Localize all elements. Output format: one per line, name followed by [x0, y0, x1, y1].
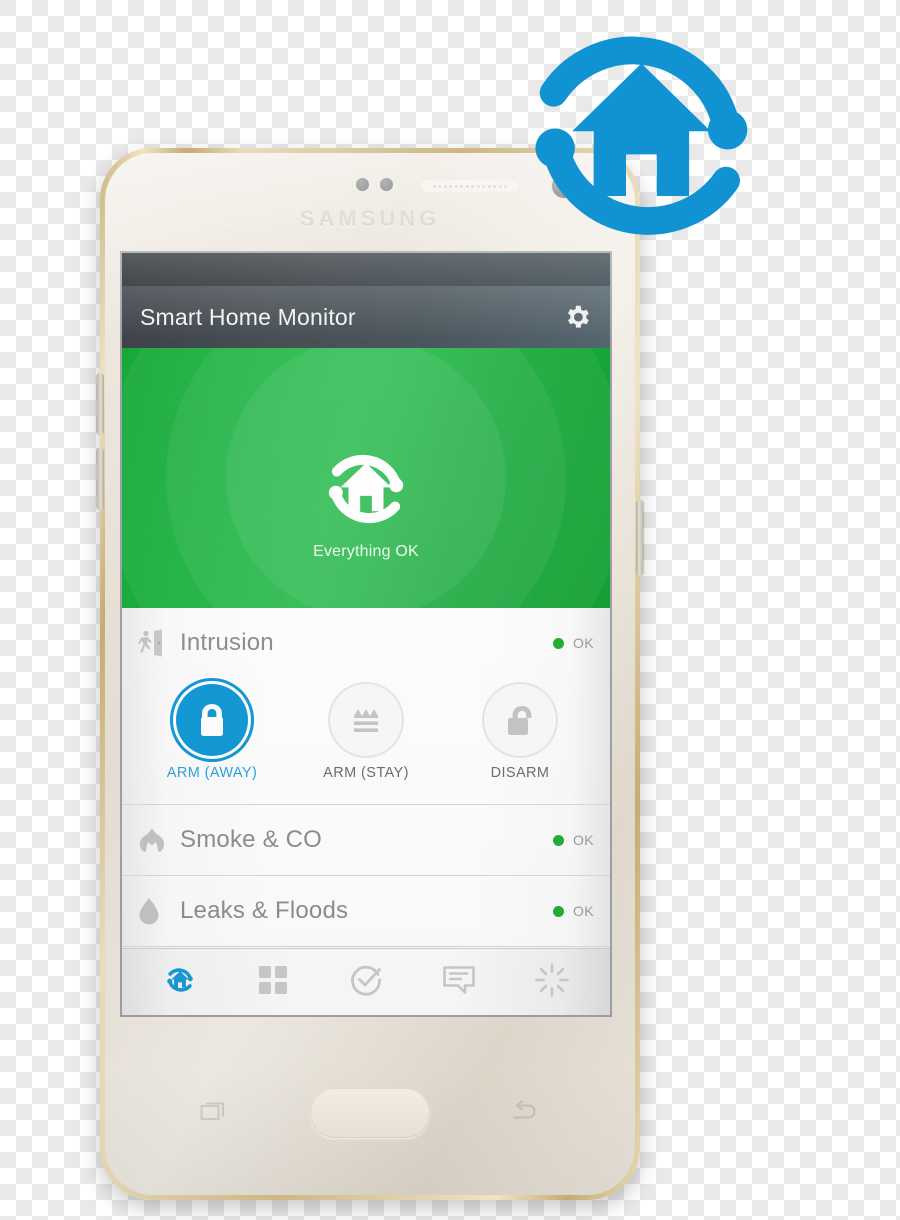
- list-item-smoke-co[interactable]: Smoke & CO OK: [122, 804, 610, 875]
- speech-bubble-icon: [442, 964, 476, 1001]
- status-badge: OK: [552, 635, 594, 651]
- locked-padlock-icon: [176, 684, 248, 756]
- status-dot-icon: [552, 905, 564, 917]
- disarm-button[interactable]: DISARM: [465, 684, 575, 781]
- gear-icon[interactable]: [562, 302, 592, 332]
- smart-home-monitor-logo: [492, 8, 800, 270]
- samsung-phone-mockup: SAMSUNG Smart Home Monitor Everything OK…: [97, 148, 643, 1200]
- water-drop-icon: [138, 897, 180, 925]
- bottom-navigation-bar: [122, 948, 610, 1015]
- grid-squares-icon: [257, 964, 289, 1001]
- list-item-leaks-floods[interactable]: Leaks & Floods OK: [122, 875, 610, 946]
- home-shield-icon: [162, 962, 198, 1003]
- nav-messages-button[interactable]: [431, 959, 487, 1005]
- proximity-sensor-icon: [356, 178, 369, 191]
- status-dot-icon: [552, 834, 564, 846]
- status-badge: OK: [552, 903, 594, 919]
- arm-away-button[interactable]: ARM (AWAY): [157, 684, 267, 781]
- unlocked-padlock-icon: [484, 684, 556, 756]
- status-text: OK: [572, 903, 594, 919]
- flame-icon: [138, 827, 180, 853]
- arm-stay-button[interactable]: ARM (STAY): [311, 684, 421, 781]
- app-header: Smart Home Monitor: [122, 286, 610, 348]
- check-circle-icon: [349, 963, 383, 1002]
- home-shield-icon: [313, 436, 419, 547]
- light-sensor-icon: [380, 178, 393, 191]
- status-hero-panel: Everything OK: [122, 348, 610, 608]
- status-text: OK: [572, 635, 594, 651]
- disarm-label: DISARM: [490, 765, 550, 781]
- page-title: Smart Home Monitor: [140, 303, 356, 330]
- intrusion-arm-controls: ARM (AWAY) ARM (STAY) DISARM: [122, 678, 610, 804]
- home-button[interactable]: [310, 1088, 430, 1138]
- recent-apps-button[interactable]: [200, 1098, 230, 1133]
- list-item-label: Smoke & CO: [180, 826, 323, 853]
- list-item-intrusion[interactable]: Intrusion OK: [122, 608, 610, 678]
- phone-screen: Smart Home Monitor Everything OK Intrusi…: [122, 253, 610, 1015]
- power-button[interactable]: [636, 500, 643, 576]
- person-exiting-door-icon: [138, 629, 180, 657]
- status-text: OK: [572, 832, 594, 848]
- nav-things-button[interactable]: [245, 959, 301, 1005]
- arm-stay-label: ARM (STAY): [323, 765, 409, 781]
- nav-routines-button[interactable]: [338, 959, 394, 1005]
- status-badge: OK: [552, 832, 594, 848]
- hero-status-label: Everything OK: [313, 543, 419, 560]
- fence-icon: [330, 684, 402, 756]
- sun-burst-icon: [534, 962, 569, 1002]
- list-item-label: Intrusion: [180, 629, 274, 656]
- nav-home-button[interactable]: [152, 959, 208, 1005]
- arm-away-label: ARM (AWAY): [166, 765, 258, 781]
- volume-down-button[interactable]: [97, 448, 104, 510]
- status-dot-icon: [552, 637, 564, 649]
- list-item-label: Leaks & Floods: [180, 897, 349, 924]
- volume-up-button[interactable]: [97, 373, 104, 435]
- nav-automations-button[interactable]: [524, 959, 580, 1005]
- back-button[interactable]: [510, 1098, 540, 1133]
